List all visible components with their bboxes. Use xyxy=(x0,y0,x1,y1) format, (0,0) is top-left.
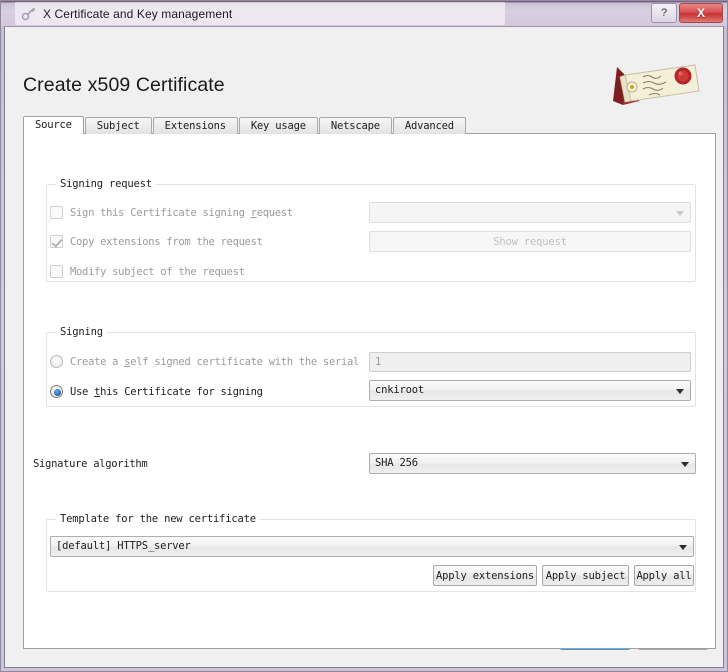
signing-request-combo[interactable] xyxy=(369,202,691,223)
copy-extensions-checkbox[interactable] xyxy=(50,235,63,248)
show-request-button[interactable]: Show request xyxy=(369,231,691,252)
template-combo[interactable]: [default] HTTPS_server xyxy=(50,536,694,557)
key-certificate-icon xyxy=(21,6,37,22)
template-group: Template for the new certificate [defaul… xyxy=(46,513,696,592)
signature-algorithm-combo[interactable]: SHA 256 xyxy=(369,453,696,474)
sign-csr-label: Sign this Certificate signing request xyxy=(70,206,293,219)
self-signed-label: Create a self signed certificate with th… xyxy=(70,355,360,368)
tab-key-usage[interactable]: Key usage xyxy=(238,117,318,134)
signing-request-group: Signing request Sign this Certificate si… xyxy=(46,178,696,282)
source-tab-panel: Signing request Sign this Certificate si… xyxy=(23,133,716,649)
apply-subject-button[interactable]: Apply subject xyxy=(542,565,629,586)
signing-group-title: Signing xyxy=(56,326,107,338)
chevron-down-icon xyxy=(679,544,687,550)
dialog-header: Create x509 Certificate xyxy=(5,27,723,109)
signature-algorithm-label: Signature algorithm xyxy=(33,458,148,470)
tab-netscape[interactable]: Netscape xyxy=(318,117,392,134)
window-title: X Certificate and Key management xyxy=(43,6,233,21)
signing-certificate-value: cnkiroot xyxy=(375,384,424,396)
use-certificate-row[interactable]: Use this Certificate for signing xyxy=(50,383,263,400)
chevron-down-icon xyxy=(676,210,684,216)
copy-extensions-row[interactable]: Copy extensions from the request xyxy=(50,233,263,250)
application-window: X Certificate and Key management ? X Cre… xyxy=(0,0,728,672)
sign-csr-checkbox[interactable] xyxy=(50,206,63,219)
title-bar[interactable]: X Certificate and Key management ? X xyxy=(1,1,727,26)
tab-source[interactable]: Source xyxy=(23,116,84,134)
template-group-title: Template for the new certificate xyxy=(56,513,260,525)
tab-bar: Source Subject Extensions Key usage Nets… xyxy=(23,116,467,134)
use-certificate-label: Use this Certificate for signing xyxy=(70,385,263,398)
modify-subject-row[interactable]: Modify subject of the request xyxy=(50,263,245,280)
signing-request-group-title: Signing request xyxy=(56,178,156,190)
signature-algorithm-value: SHA 256 xyxy=(375,457,418,469)
apply-extensions-label: Apply extensions xyxy=(436,569,534,582)
tab-extensions[interactable]: Extensions xyxy=(152,117,238,134)
template-combo-value: [default] HTTPS_server xyxy=(56,540,191,552)
tab-advanced[interactable]: Advanced xyxy=(392,117,466,134)
window-client-area: Create x509 Certificate Source Subject E… xyxy=(4,26,724,668)
help-button[interactable]: ? xyxy=(651,2,677,23)
signing-certificate-combo[interactable]: cnkiroot xyxy=(369,380,691,401)
apply-all-button[interactable]: Apply all xyxy=(634,565,694,586)
signing-group: Signing Create a self signed certificate… xyxy=(46,326,696,407)
chevron-down-icon xyxy=(681,461,689,467)
serial-number-field[interactable]: 1 xyxy=(369,352,691,372)
use-certificate-radio[interactable] xyxy=(50,385,63,398)
close-button[interactable]: X xyxy=(679,2,723,23)
window-controls: ? X xyxy=(651,2,723,23)
tab-subject[interactable]: Subject xyxy=(84,117,152,134)
chevron-down-icon xyxy=(676,388,684,394)
self-signed-radio[interactable] xyxy=(50,355,63,368)
apply-subject-label: Apply subject xyxy=(545,569,626,582)
serial-number-value: 1 xyxy=(375,356,382,368)
modify-subject-checkbox[interactable] xyxy=(50,265,63,278)
self-signed-row[interactable]: Create a self signed certificate with th… xyxy=(50,353,359,370)
page-title: Create x509 Certificate xyxy=(23,74,225,96)
apply-all-label: Apply all xyxy=(636,569,692,582)
sign-csr-row[interactable]: Sign this Certificate signing request xyxy=(50,204,293,221)
modify-subject-label: Modify subject of the request xyxy=(70,265,245,278)
copy-extensions-label: Copy extensions from the request xyxy=(70,235,263,248)
certificate-scroll-seal-icon xyxy=(609,61,701,109)
apply-extensions-button[interactable]: Apply extensions xyxy=(433,565,537,586)
show-request-button-label: Show request xyxy=(493,235,567,248)
